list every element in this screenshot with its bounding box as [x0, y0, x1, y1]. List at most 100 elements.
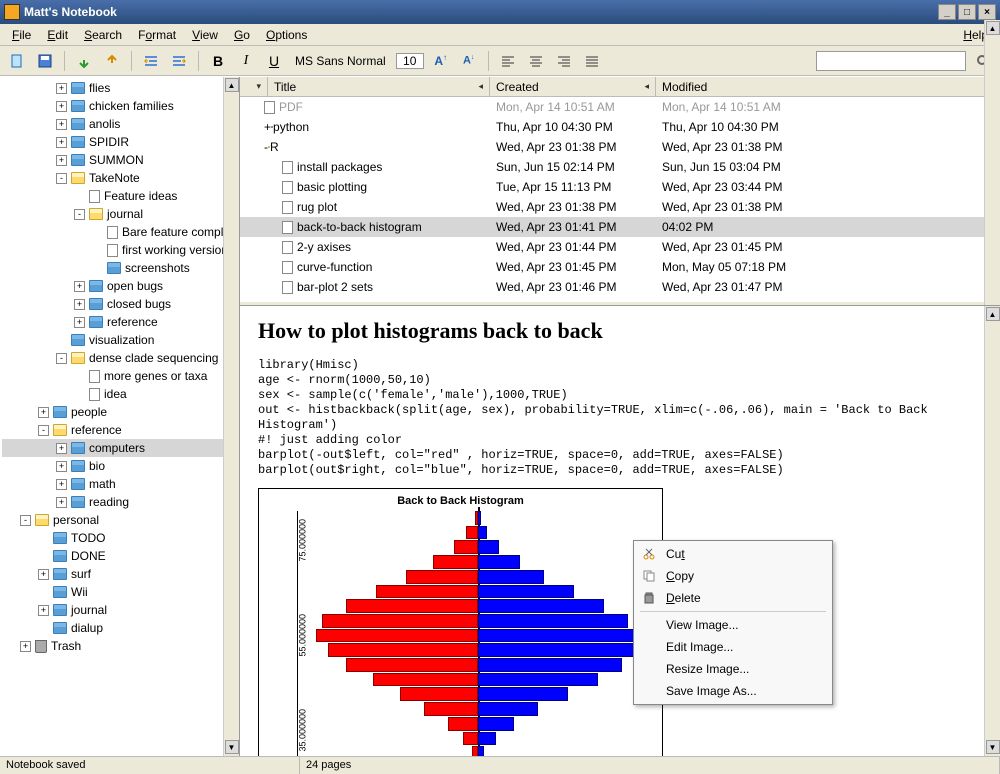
content-scrollbar[interactable]: ▲ ▼ [984, 306, 1000, 756]
font-size-input[interactable] [396, 53, 424, 69]
expand-toggle[interactable]: - [56, 173, 67, 184]
list-row[interactable]: +pythonThu, Apr 10 04:30 PMThu, Apr 10 0… [240, 117, 1000, 137]
font-decrease-button[interactable]: A↓ [458, 50, 480, 72]
tree-node[interactable]: +anolis [2, 115, 239, 133]
indent-left-button[interactable] [140, 50, 162, 72]
menu-view[interactable]: View [184, 26, 226, 44]
tree-node[interactable]: +people [2, 403, 239, 421]
menu-file[interactable]: File [4, 26, 39, 44]
tree-node[interactable]: +Trash [2, 637, 239, 655]
notebook-tree[interactable]: +flies+chicken families+anolis+SPIDIR+SU… [0, 77, 240, 756]
expand-toggle[interactable]: - [38, 425, 49, 436]
menu-edit[interactable]: Edit [39, 26, 76, 44]
italic-button[interactable]: I [235, 50, 257, 72]
tree-node[interactable]: Bare feature complete [2, 223, 239, 241]
tree-node[interactable]: DONE [2, 547, 239, 565]
forward-button[interactable] [101, 50, 123, 72]
expand-toggle[interactable]: + [264, 120, 271, 134]
font-name[interactable]: MS Sans Normal [291, 54, 390, 68]
expand-toggle[interactable]: + [74, 317, 85, 328]
menu-search[interactable]: Search [76, 26, 130, 44]
tree-node[interactable]: +closed bugs [2, 295, 239, 313]
align-right-button[interactable] [553, 50, 575, 72]
list-row[interactable]: PDFMon, Apr 14 10:51 AMMon, Apr 14 10:51… [240, 97, 1000, 117]
context-menu-item[interactable]: Resize Image... [636, 658, 830, 680]
tree-node[interactable]: -journal [2, 205, 239, 223]
list-row[interactable]: bar-plot 2 setsWed, Apr 23 01:46 PMWed, … [240, 277, 1000, 297]
expand-toggle[interactable]: + [74, 299, 85, 310]
context-menu-item[interactable]: Delete [636, 587, 830, 609]
align-justify-button[interactable] [581, 50, 603, 72]
menu-options[interactable]: Options [258, 26, 315, 44]
tree-node[interactable]: idea [2, 385, 239, 403]
tree-node[interactable]: more genes or taxa [2, 367, 239, 385]
note-content[interactable]: How to plot histograms back to back libr… [240, 305, 1000, 756]
tree-node[interactable]: screenshots [2, 259, 239, 277]
expand-toggle[interactable]: - [20, 515, 31, 526]
expand-toggle[interactable]: + [56, 155, 67, 166]
tree-node[interactable]: +chicken families [2, 97, 239, 115]
expand-toggle[interactable]: + [56, 101, 67, 112]
tree-node[interactable]: +open bugs [2, 277, 239, 295]
menu-format[interactable]: Format [130, 26, 184, 44]
expand-toggle[interactable]: + [74, 281, 85, 292]
expand-toggle[interactable]: + [56, 83, 67, 94]
list-row[interactable]: curve-functionWed, Apr 23 01:45 PMMon, M… [240, 257, 1000, 277]
bold-button[interactable]: B [207, 50, 229, 72]
tree-node[interactable]: +reference [2, 313, 239, 331]
expand-toggle[interactable]: + [56, 461, 67, 472]
context-menu-item[interactable]: Save Image As... [636, 680, 830, 702]
tree-node[interactable]: +reading [2, 493, 239, 511]
expand-toggle[interactable]: + [38, 569, 49, 580]
tree-node[interactable]: Wii [2, 583, 239, 601]
context-menu-item[interactable]: Cut [636, 543, 830, 565]
underline-button[interactable]: U [263, 50, 285, 72]
font-increase-button[interactable]: A↑ [430, 50, 452, 72]
align-center-button[interactable] [525, 50, 547, 72]
expand-toggle[interactable]: - [74, 209, 85, 220]
indent-right-button[interactable] [168, 50, 190, 72]
tree-node[interactable]: TODO [2, 529, 239, 547]
expand-toggle[interactable]: + [38, 407, 49, 418]
tree-node[interactable]: +computers [2, 439, 239, 457]
expand-toggle[interactable]: + [56, 443, 67, 454]
context-menu-item[interactable]: Copy [636, 565, 830, 587]
new-note-button[interactable] [6, 50, 28, 72]
scroll-down-icon[interactable]: ▼ [225, 740, 239, 754]
list-row[interactable]: -RWed, Apr 23 01:38 PMWed, Apr 23 01:38 … [240, 137, 1000, 157]
tree-node[interactable]: +SUMMON [2, 151, 239, 169]
list-column-modified[interactable]: Modified◂ [656, 77, 1000, 96]
tree-node[interactable]: Feature ideas [2, 187, 239, 205]
list-row[interactable]: basic plottingTue, Apr 15 11:13 PMWed, A… [240, 177, 1000, 197]
list-row[interactable]: 2-y axisesWed, Apr 23 01:44 PMWed, Apr 2… [240, 237, 1000, 257]
expand-toggle[interactable]: - [56, 353, 67, 364]
search-input[interactable] [816, 51, 966, 71]
context-menu-item[interactable]: Edit Image... [636, 636, 830, 658]
tree-node[interactable]: -dense clade sequencing [2, 349, 239, 367]
tree-node[interactable]: +flies [2, 79, 239, 97]
expand-toggle[interactable]: + [38, 605, 49, 616]
back-button[interactable] [73, 50, 95, 72]
list-column-created[interactable]: Created◂ [490, 77, 656, 96]
chart-image[interactable]: Back to Back Histogram 35.00000055.00000… [258, 488, 663, 756]
tree-node[interactable]: +journal [2, 601, 239, 619]
close-button[interactable]: × [978, 4, 996, 20]
menu-go[interactable]: Go [226, 26, 258, 44]
tree-node[interactable]: visualization [2, 331, 239, 349]
minimize-button[interactable]: _ [938, 4, 956, 20]
expand-toggle[interactable]: + [56, 119, 67, 130]
save-button[interactable] [34, 50, 56, 72]
tree-node[interactable]: -reference [2, 421, 239, 439]
maximize-button[interactable]: □ [958, 4, 976, 20]
tree-scrollbar[interactable]: ▲ ▼ [223, 77, 239, 756]
tree-node[interactable]: -personal [2, 511, 239, 529]
expand-toggle[interactable]: + [56, 137, 67, 148]
tree-node[interactable]: dialup [2, 619, 239, 637]
align-left-button[interactable] [497, 50, 519, 72]
tree-node[interactable]: first working version c [2, 241, 239, 259]
tree-node[interactable]: +bio [2, 457, 239, 475]
expand-toggle[interactable]: + [20, 641, 31, 652]
list-row[interactable]: install packagesSun, Jun 15 02:14 PMSun,… [240, 157, 1000, 177]
expand-toggle[interactable]: + [56, 479, 67, 490]
tree-node[interactable]: -TakeNote [2, 169, 239, 187]
